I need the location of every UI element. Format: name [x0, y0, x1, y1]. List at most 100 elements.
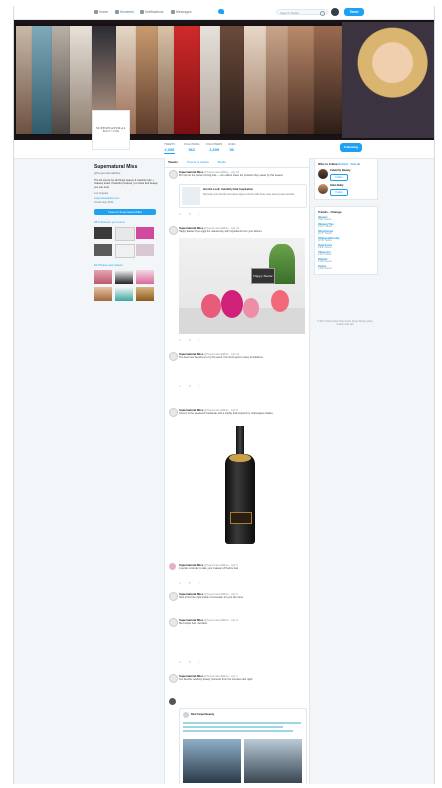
follow-button[interactable]: Follow: [330, 174, 348, 181]
trends-panel: Trends · Change #Easter 152K Tweets #Beau…: [314, 206, 378, 275]
quoted-tweet-card[interactable]: Red Carpet Beauty: [179, 708, 307, 784]
stat-tweets[interactable]: TWEETS 2,098: [164, 143, 175, 154]
suggestion[interactable]: Celebrity Beauty Follow: [318, 169, 374, 182]
link-card[interactable]: Get the Look: Celebrity Hair Inspiration…: [179, 184, 307, 208]
profile-joined: Joined July 2011: [94, 201, 114, 205]
timeline: Tweets Tweets & replies Media Supernatur…: [164, 158, 310, 784]
follower-avatar[interactable]: [94, 244, 112, 257]
trend-item[interactable]: #RedCarpet 18.7K Tweets: [315, 229, 377, 236]
card-description: Recreate your favorite red carpet styles…: [203, 193, 295, 196]
tweet[interactable]: Supernatural Miss @SupernaturalMiss · Ap…: [165, 352, 309, 392]
cover-image: [32, 26, 54, 134]
media-thumb[interactable]: [94, 270, 112, 285]
profile-avatar[interactable]: SUPERNATURAL BEAUTY CODE: [92, 110, 130, 150]
stat-likes[interactable]: LIKES 56: [228, 143, 235, 152]
nav-notifications[interactable]: Notifications: [140, 10, 163, 14]
follower-avatar[interactable]: [136, 244, 154, 257]
card-title: Get the Look: Celebrity Hair Inspiration: [203, 188, 254, 191]
media-thumb[interactable]: [94, 287, 112, 302]
profile-handle[interactable]: @SupernaturalMiss: [94, 171, 158, 175]
suggestion-avatar[interactable]: [318, 169, 328, 179]
trend-item[interactable]: #Skincare 8,112 Tweets: [315, 250, 377, 257]
profile-website[interactable]: supernaturalmiss.com: [94, 197, 158, 200]
twitter-bird-icon[interactable]: [218, 9, 224, 14]
suggestion-avatar[interactable]: [318, 184, 328, 194]
tab-media[interactable]: Media: [218, 160, 226, 164]
tweet[interactable]: Supernatural Miss @SupernaturalMiss · Ap…: [165, 618, 309, 668]
tweet-actions[interactable]: ↩ ⟲ ♡: [179, 338, 203, 342]
suggestion-name[interactable]: Celebrity Beauty: [330, 169, 350, 172]
photos-videos-link[interactable]: 52 Photos and videos: [94, 263, 158, 267]
media-thumb[interactable]: [136, 287, 154, 302]
media-thumb[interactable]: [115, 270, 133, 285]
tweet[interactable]: Supernatural Miss @SupernaturalMiss · Ap…: [165, 170, 309, 220]
tweet[interactable]: Red Carpet Beauty: [165, 698, 309, 784]
tweet-avatar[interactable]: [169, 352, 178, 361]
tweet-avatar[interactable]: [169, 674, 178, 683]
envelope-icon: [171, 10, 175, 14]
tweet[interactable]: Supernatural Miss @SupernaturalMiss · Ap…: [165, 226, 309, 346]
follower-avatar[interactable]: [94, 227, 112, 240]
tweet-to-button[interactable]: Tweet to Supernatural Miss: [94, 209, 156, 216]
tweet-avatar[interactable]: [169, 618, 178, 627]
tweet-actions[interactable]: ↩ ⟲ ♡: [179, 660, 203, 664]
follower-avatar[interactable]: [115, 227, 135, 242]
tweet-avatar[interactable]: [169, 408, 178, 417]
trend-item[interactable]: #BeautyTips 24.1K Tweets: [315, 222, 377, 229]
trend-item[interactable]: #HairGoals 9,840 Tweets: [315, 243, 377, 250]
tweet-button[interactable]: Tweet: [344, 8, 364, 16]
tweet-image-easter[interactable]: Happy Easter: [179, 238, 305, 334]
suggestion-name[interactable]: Glam Daily: [330, 184, 343, 187]
tweet-avatar[interactable]: [169, 592, 178, 601]
refresh-link[interactable]: Refresh · View all: [339, 163, 360, 166]
quoted-photo[interactable]: [183, 739, 241, 783]
profile-bio: The #1 source for all things beauty & ce…: [94, 179, 158, 189]
tweet-avatar[interactable]: [169, 563, 176, 570]
media-thumb[interactable]: [115, 287, 133, 302]
tweet-actions[interactable]: ↩ ⟲ ♡: [179, 581, 203, 585]
nav-home[interactable]: Home: [94, 10, 108, 14]
trend-item[interactable]: #MakeupMonday 12.3K Tweets: [315, 236, 377, 243]
follow-button[interactable]: Follow: [330, 189, 348, 196]
tweet[interactable]: Supernatural Miss @SupernaturalMiss · Ap…: [165, 592, 309, 614]
pink-egg: [243, 298, 259, 318]
follower-avatar[interactable]: [115, 244, 135, 259]
tweet-avatar[interactable]: [169, 170, 178, 179]
tweet-actions[interactable]: ↩ ⟲ ♡: [179, 384, 203, 388]
stat-following[interactable]: FOLLOWING 562: [184, 143, 200, 152]
tweet-actions[interactable]: ↩ ⟲ ♡: [179, 212, 203, 216]
tab-tweets-replies[interactable]: Tweets & replies: [187, 160, 209, 164]
followers-you-know[interactable]: 38 Followers you know: [94, 220, 158, 224]
champagne-bottle: [225, 454, 255, 544]
cover-image: [200, 26, 222, 134]
tweet[interactable]: Supernatural Miss @SupernaturalMiss · Ap…: [165, 408, 309, 558]
search-input[interactable]: Search Twitter: [276, 9, 328, 16]
nav-messages[interactable]: Messages: [171, 10, 191, 14]
stat-followers[interactable]: FOLLOWERS 1,609: [206, 143, 222, 152]
quoted-name[interactable]: Red Carpet Beauty: [191, 713, 214, 716]
bottle-label: [230, 512, 252, 524]
tweet[interactable]: Supernatural Miss @SupernaturalMiss · Ap…: [165, 563, 309, 589]
search-icon[interactable]: [320, 11, 325, 16]
trend-item[interactable]: #NewIn 5,406 Tweets: [315, 257, 377, 264]
trend-item[interactable]: #Easter 152K Tweets: [315, 215, 377, 222]
tweet-image-champagne[interactable]: [179, 420, 305, 550]
follower-avatar[interactable]: [136, 227, 154, 240]
cover-image: [136, 26, 160, 134]
trend-item[interactable]: #Glam 3,290 Tweets: [315, 264, 377, 271]
footer-links[interactable]: © 2017 Twitter About Help Center Terms P…: [314, 321, 376, 327]
tweet-text: Happy Easter! Dye eggs the natural way w…: [179, 230, 263, 233]
bottle-label-top: [229, 454, 251, 462]
media-thumb[interactable]: [136, 270, 154, 285]
profile-name[interactable]: Supernatural Miss: [94, 164, 158, 170]
quoted-photo[interactable]: [244, 739, 302, 783]
following-button[interactable]: Following: [340, 143, 362, 152]
nav-moments[interactable]: Moments: [115, 10, 134, 14]
tweet-avatar[interactable]: [169, 698, 176, 705]
tab-tweets[interactable]: Tweets: [168, 160, 178, 164]
tweet-avatar[interactable]: [169, 226, 178, 235]
trends-title[interactable]: Trends · Change: [315, 207, 377, 215]
suggestion[interactable]: Glam Daily Follow: [318, 184, 374, 197]
user-avatar[interactable]: [331, 8, 339, 16]
tweet[interactable]: Supernatural Miss @SupernaturalMiss · Ap…: [165, 674, 309, 696]
